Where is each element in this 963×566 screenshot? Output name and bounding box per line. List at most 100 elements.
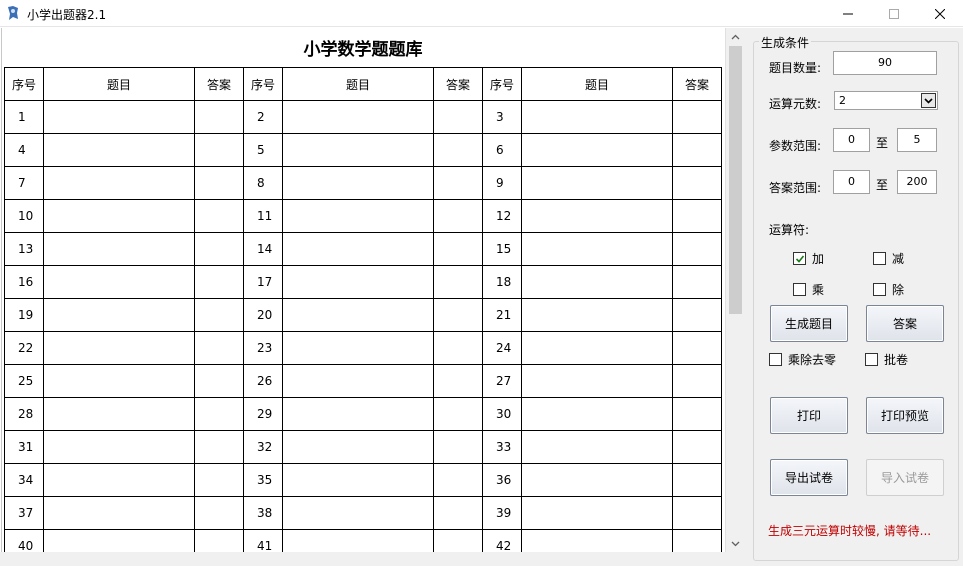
scroll-up-button[interactable] — [726, 28, 745, 45]
question-cell[interactable] — [521, 265, 673, 299]
question-cell[interactable] — [43, 364, 195, 398]
answer-cell[interactable] — [433, 496, 483, 530]
answer-cell[interactable] — [672, 463, 722, 497]
print-button[interactable]: 打印 — [770, 397, 848, 434]
answer-cell[interactable] — [672, 496, 722, 530]
operand-count-select[interactable]: 2 — [834, 91, 938, 110]
add-checkbox[interactable]: 加 — [793, 250, 824, 267]
question-cell[interactable] — [282, 331, 434, 365]
answer-cell[interactable] — [672, 199, 722, 233]
question-cell[interactable] — [43, 133, 195, 167]
answer-cell[interactable] — [433, 298, 483, 332]
import-button[interactable]: 导入试卷 — [866, 459, 944, 496]
question-cell[interactable] — [282, 265, 434, 299]
answer-cell[interactable] — [433, 265, 483, 299]
answer-cell[interactable] — [672, 133, 722, 167]
question-cell[interactable] — [521, 133, 673, 167]
question-cell[interactable] — [282, 100, 434, 134]
question-cell[interactable] — [43, 166, 195, 200]
divide-checkbox[interactable]: 除 — [873, 281, 904, 298]
answer-cell[interactable] — [433, 232, 483, 266]
answer-range-max-input[interactable]: 200 — [897, 170, 937, 194]
answer-cell[interactable] — [194, 430, 244, 464]
dropdown-button[interactable] — [921, 93, 936, 108]
question-cell[interactable] — [43, 496, 195, 530]
question-cell[interactable] — [521, 199, 673, 233]
question-cell[interactable] — [282, 166, 434, 200]
answer-cell[interactable] — [672, 265, 722, 299]
question-cell[interactable] — [521, 298, 673, 332]
answer-cell[interactable] — [433, 430, 483, 464]
question-cell[interactable] — [282, 199, 434, 233]
answer-cell[interactable] — [194, 331, 244, 365]
answer-cell[interactable] — [433, 364, 483, 398]
question-cell[interactable] — [282, 496, 434, 530]
subtract-checkbox[interactable]: 减 — [873, 250, 904, 267]
answer-cell[interactable] — [433, 199, 483, 233]
question-cell[interactable] — [521, 463, 673, 497]
answer-cell[interactable] — [194, 298, 244, 332]
answer-cell[interactable] — [194, 463, 244, 497]
answer-cell[interactable] — [194, 232, 244, 266]
answer-range-min-input[interactable]: 0 — [833, 170, 870, 194]
answer-cell[interactable] — [433, 133, 483, 167]
answer-cell[interactable] — [672, 364, 722, 398]
answer-cell[interactable] — [194, 100, 244, 134]
question-cell[interactable] — [521, 232, 673, 266]
scroll-down-button[interactable] — [726, 535, 745, 552]
answer-cell[interactable] — [433, 463, 483, 497]
answer-cell[interactable] — [433, 529, 483, 552]
answer-cell[interactable] — [672, 430, 722, 464]
question-cell[interactable] — [282, 133, 434, 167]
question-cell[interactable] — [43, 232, 195, 266]
answer-cell[interactable] — [433, 397, 483, 431]
question-cell[interactable] — [521, 529, 673, 552]
question-cell[interactable] — [282, 397, 434, 431]
multiply-checkbox[interactable]: 乘 — [793, 281, 824, 298]
question-cell[interactable] — [282, 232, 434, 266]
close-button[interactable] — [917, 0, 963, 27]
answer-cell[interactable] — [672, 166, 722, 200]
question-cell[interactable] — [521, 364, 673, 398]
generate-button[interactable]: 生成题目 — [770, 305, 848, 342]
answer-cell[interactable] — [194, 265, 244, 299]
question-cell[interactable] — [521, 166, 673, 200]
question-cell[interactable] — [43, 463, 195, 497]
answer-cell[interactable] — [672, 298, 722, 332]
question-cell[interactable] — [282, 529, 434, 552]
answer-cell[interactable] — [194, 364, 244, 398]
question-cell[interactable] — [43, 100, 195, 134]
answer-cell[interactable] — [194, 529, 244, 552]
minimize-button[interactable] — [825, 0, 871, 27]
answer-cell[interactable] — [194, 397, 244, 431]
horizontal-scrollbar[interactable] — [0, 552, 744, 566]
answer-cell[interactable] — [433, 100, 483, 134]
question-cell[interactable] — [43, 199, 195, 233]
answer-cell[interactable] — [433, 331, 483, 365]
answer-button[interactable]: 答案 — [866, 305, 944, 342]
answer-cell[interactable] — [672, 331, 722, 365]
grading-checkbox[interactable]: 批卷 — [865, 351, 908, 368]
answer-cell[interactable] — [194, 166, 244, 200]
vertical-scrollbar[interactable] — [725, 28, 744, 552]
answer-cell[interactable] — [194, 199, 244, 233]
question-cell[interactable] — [521, 430, 673, 464]
question-cell[interactable] — [282, 364, 434, 398]
question-cell[interactable] — [43, 331, 195, 365]
answer-cell[interactable] — [194, 496, 244, 530]
question-cell[interactable] — [43, 298, 195, 332]
maximize-button[interactable] — [871, 0, 917, 27]
question-cell[interactable] — [43, 397, 195, 431]
answer-cell[interactable] — [672, 100, 722, 134]
answer-cell[interactable] — [672, 529, 722, 552]
question-count-input[interactable]: 90 — [833, 51, 937, 75]
answer-cell[interactable] — [672, 232, 722, 266]
question-cell[interactable] — [282, 463, 434, 497]
question-cell[interactable] — [521, 496, 673, 530]
answer-cell[interactable] — [672, 397, 722, 431]
question-cell[interactable] — [43, 529, 195, 552]
question-cell[interactable] — [521, 331, 673, 365]
question-cell[interactable] — [43, 430, 195, 464]
answer-cell[interactable] — [194, 133, 244, 167]
remove-zero-checkbox[interactable]: 乘除去零 — [769, 351, 836, 368]
